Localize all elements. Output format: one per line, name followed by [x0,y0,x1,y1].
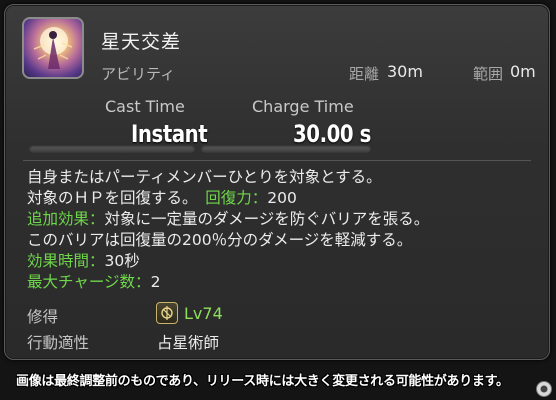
astrologian-action-icon [22,17,84,79]
duration-key: 効果時間 [27,252,90,270]
acquisition-label: 修得 [27,308,59,326]
description-line: 追加効果：対象に一定量のダメージを防ぐバリアを張る。 [27,209,429,230]
description-text: このバリアは回復量の200％分のダメージを軽減する。 [27,231,413,249]
disclaimer-text: 画像は最終調整前のものであり、リリース時には大きく変更される可能性があります。 [16,374,509,389]
charge-time-label: Charge Time [252,97,354,116]
action-description: 自身またはパーティメンバーひとりを対象とする。 対象のＨＰを回復する。 回復力：… [27,167,429,293]
charge-time-bar [201,145,371,153]
duration-separator: ： [89,252,105,270]
cast-time-label: Cast Time [105,97,185,116]
description-line: 対象のＨＰを回復する。 回復力：200 [27,188,429,209]
range-label: 距離 [349,65,380,83]
area-value: 0m [510,62,536,81]
watermark-logo-icon [536,381,552,397]
max-charges-value: 2 [150,273,161,291]
max-charges-separator: ： [135,273,151,291]
action-tooltip: 星天交差 アビリティ 距離 30m 範囲 0m Cast Time Charge… [4,4,550,360]
description-line: 最大チャージ数：2 [27,272,429,293]
potency-separator: ： [251,189,268,207]
area-label: 範囲 [473,65,504,83]
description-text: 対象のＨＰを回復する。 [27,189,206,207]
description-text: 自身またはパーティメンバーひとりを対象とする。 [27,168,382,186]
astrologian-job-icon [156,302,178,324]
charge-time-value: 30.00 s [293,120,371,148]
job-affinity-label: 行動適性 [27,334,90,352]
max-charges-key: 最大チャージ数 [27,273,136,291]
description-line: このバリアは回復量の200％分のダメージを軽減する。 [27,230,429,251]
action-category: アビリティ [101,65,176,83]
potency-value: 200 [267,189,297,207]
description-line: 効果時間：30秒 [27,251,429,272]
additional-effect-key: 追加効果 [27,210,90,228]
range-value: 30m [387,62,423,81]
cast-time-value: Instant [131,120,208,148]
description-line: 自身またはパーティメンバーひとりを対象とする。 [27,167,429,188]
action-name: 星天交差 [101,31,182,53]
required-level: Lv74 [184,304,223,323]
additional-effect-separator: ： [89,210,105,228]
job-affinity-value: 占星術師 [157,334,220,352]
potency-key: 回復力 [205,189,252,207]
duration-value: 30秒 [104,252,140,270]
section-divider [23,160,531,161]
description-text: 対象に一定量のダメージを防ぐバリアを張る。 [104,210,430,228]
cast-time-bar [29,145,195,153]
